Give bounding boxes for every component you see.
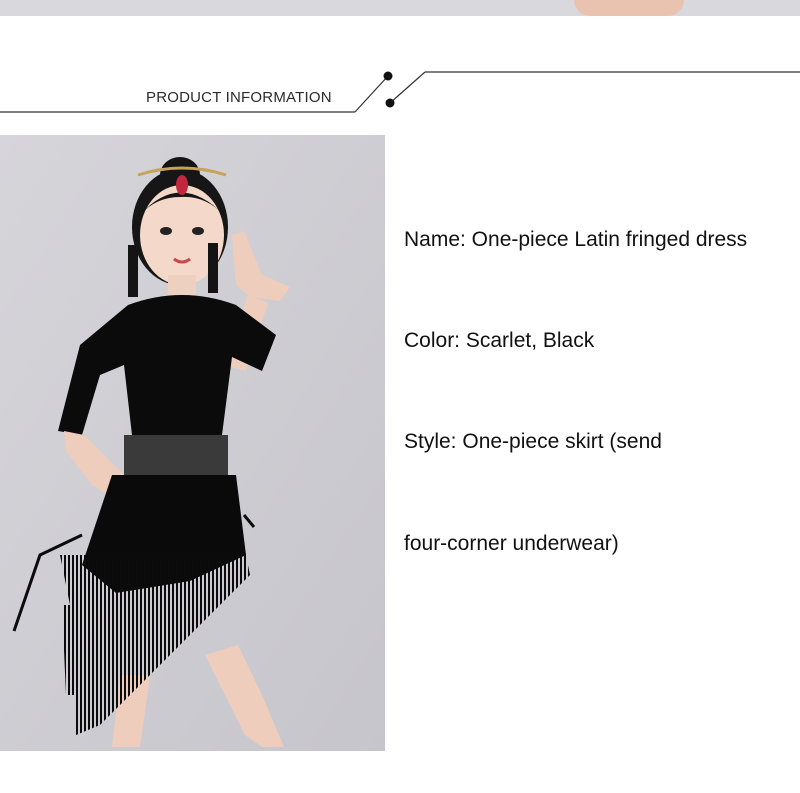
girl-in-latin-dress-illustration	[0, 135, 385, 751]
product-photo	[0, 135, 385, 751]
banner-photo-fragment	[574, 0, 684, 16]
section-title: PRODUCT INFORMATION	[146, 89, 332, 106]
bullet-dot-icon	[383, 71, 393, 81]
top-banner-image	[0, 0, 800, 16]
product-color-line: Color: Scarlet, Black	[404, 329, 595, 352]
header-slash-right	[389, 71, 426, 104]
section-header-decoration	[0, 71, 800, 113]
product-name-line: Name: One-piece Latin fringed dress	[404, 228, 748, 251]
bullet-dot-icon	[385, 98, 395, 108]
product-style-line: Style: One-piece skirt (send	[404, 430, 662, 453]
product-style-line-continued: four-corner underwear)	[404, 532, 619, 555]
header-slash-left	[354, 75, 389, 113]
